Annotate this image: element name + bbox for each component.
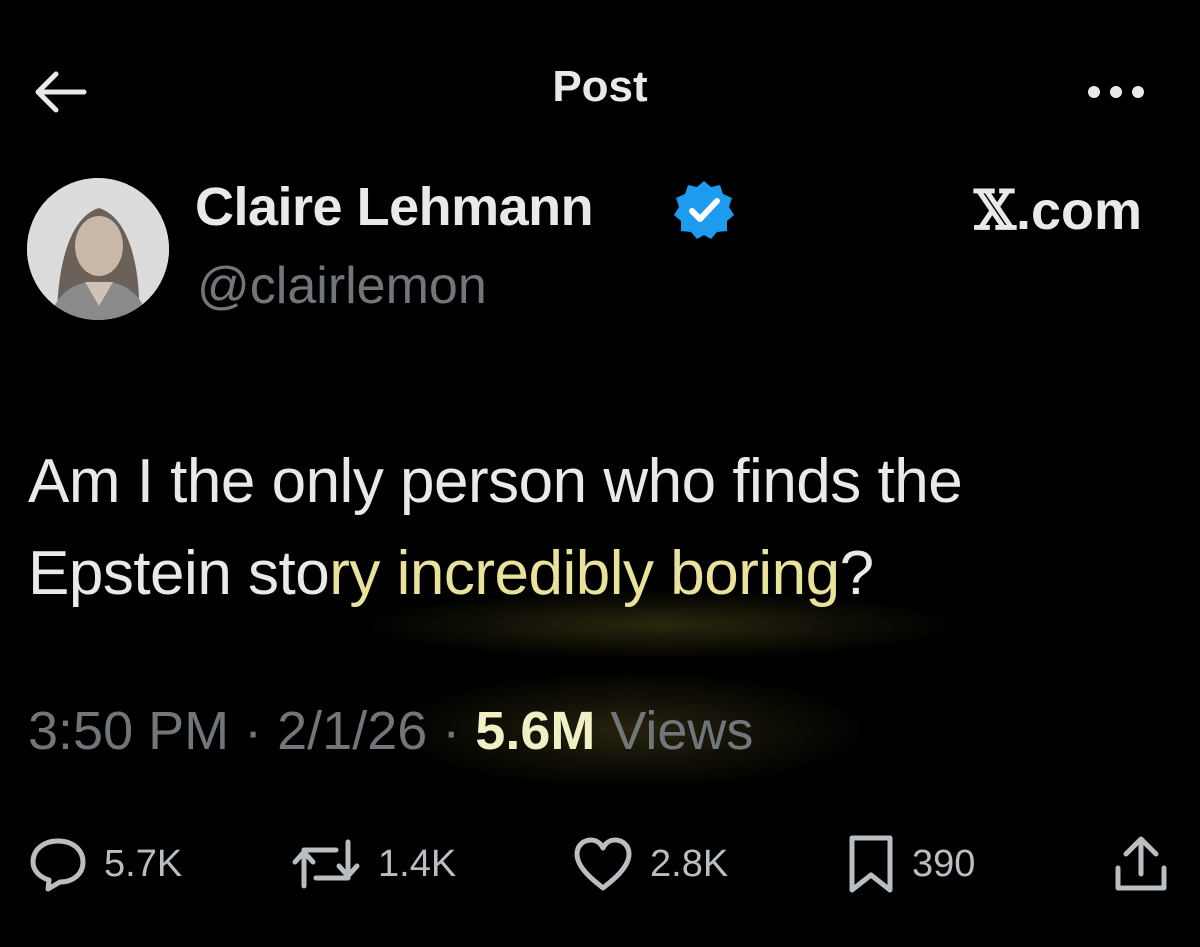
reply-button[interactable]: 5.7K [28,832,182,896]
repost-icon [292,839,360,889]
share-icon [1115,836,1167,891]
page-title: Post [552,62,648,111]
separator: · [442,701,461,761]
tweet-text-highlight: ry incredibly boring [329,539,840,608]
views-count: 5.6M [475,701,596,761]
like-count: 2.8K [650,842,729,885]
repost-button[interactable]: 1.4K [290,832,456,896]
tweet-text-end: ? [839,539,874,608]
tweet-text: Am I the only person who finds the Epste… [28,436,1168,620]
bookmark-icon [849,835,893,893]
author-name[interactable]: Claire Lehmann [195,176,594,238]
bookmark-button[interactable]: 390 [846,832,975,896]
author-handle[interactable]: @clairlemon [197,256,487,316]
bookmark-count: 390 [912,842,976,885]
tweet-line: Am I the only person who finds the [28,447,963,516]
reply-count: 5.7K [104,842,183,885]
verified-badge-icon [674,181,734,239]
x-logo-icon: 𝕏 [974,178,1016,242]
action-bar: 5.7K 1.4K 2.8K 390 [0,832,1200,902]
source-label: 𝕏.com [974,178,1142,242]
top-bar: Post [0,0,1200,180]
tweet-meta: 3:50 PM · 2/1/26 · 5.6M Views [28,700,753,762]
tweet-text-plain: Epstein sto [28,539,330,608]
more-button[interactable] [1086,80,1146,104]
avatar[interactable] [27,178,169,320]
more-horizontal-icon [1088,86,1144,98]
separator: · [244,701,263,761]
reply-icon [30,838,86,892]
repost-count: 1.4K [378,842,457,885]
like-button[interactable]: 2.8K [572,832,728,896]
views-label: Views [610,701,754,761]
share-button[interactable] [1112,832,1170,896]
source-suffix: .com [1015,181,1142,241]
heart-icon [574,837,632,891]
profile-photo-icon [27,178,169,320]
tweet-date[interactable]: 2/1/26 [277,701,427,761]
tweet-line: Epstein story incredibly boring? [28,528,1168,620]
tweet-time[interactable]: 3:50 PM [28,701,229,761]
